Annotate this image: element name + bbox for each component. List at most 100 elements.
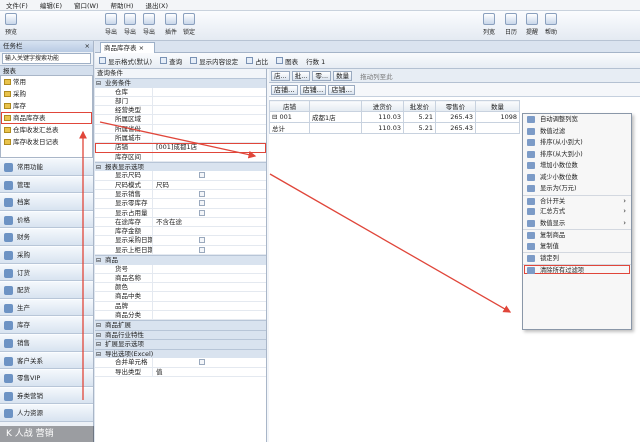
group-chip-3[interactable]: 店铺... (328, 84, 356, 95)
cell[interactable]: 总计 (269, 122, 310, 134)
menu-file[interactable]: 文件(F) (0, 0, 34, 10)
col-store[interactable]: 店铺 (269, 100, 310, 112)
context-menu-item[interactable]: 增加小数位数 (523, 160, 631, 172)
condition-section[interactable]: 业务条件 (95, 78, 266, 88)
context-menu-item[interactable]: 减少小数位数 (523, 172, 631, 184)
plugin-button[interactable]: 插件 (163, 13, 179, 36)
export-button-1[interactable]: 导出 (103, 13, 119, 36)
condition-value[interactable] (153, 311, 266, 319)
context-menu-item[interactable]: 锁定列 (523, 252, 631, 264)
condition-row[interactable]: 显示零库存 (95, 199, 266, 209)
context-menu-item[interactable]: 排序(从大到小) (523, 149, 631, 161)
group-button-store[interactable]: 店... (271, 70, 290, 81)
module-button[interactable]: 券类营销 (0, 386, 93, 405)
condition-row[interactable]: 所属区域 (95, 115, 266, 125)
group-button-retail[interactable]: 零... (312, 70, 332, 81)
condition-value[interactable] (153, 106, 266, 114)
tree-item-common[interactable]: 常用 (1, 76, 92, 88)
checkbox[interactable] (199, 200, 205, 207)
condition-row[interactable]: 库存区间 (95, 152, 266, 162)
condition-section[interactable]: 扩展显示选项 (95, 339, 266, 349)
module-button[interactable]: 档案 (0, 193, 93, 211)
module-button[interactable]: 财务 (0, 228, 93, 246)
display-settings-button[interactable]: 显示内容设定 (190, 56, 238, 66)
display-format-dropdown[interactable]: 显示格式(默认) (99, 56, 152, 66)
checkbox[interactable] (199, 209, 205, 216)
condition-value[interactable] (153, 274, 266, 282)
context-menu-item[interactable]: 汇总方式 (523, 206, 631, 218)
condition-row[interactable]: 仓库 (95, 87, 266, 97)
checkbox[interactable] (199, 359, 205, 366)
condition-row[interactable]: 颜色 (95, 283, 266, 293)
condition-row[interactable]: 显示尺码 (95, 171, 266, 181)
module-button[interactable]: 价格 (0, 210, 93, 229)
condition-value[interactable]: 尺码 (153, 181, 266, 189)
col-retail[interactable]: 零售价 (435, 100, 476, 112)
group-chip-1[interactable]: 店铺... (271, 84, 298, 95)
ratio-button[interactable]: 占比 (246, 56, 268, 66)
checkbox[interactable] (199, 172, 205, 179)
condition-row[interactable]: 所属城市 (95, 133, 266, 144)
condition-row[interactable]: 品牌 (95, 301, 266, 312)
module-button[interactable]: 生产 (0, 298, 93, 317)
condition-value[interactable] (153, 153, 266, 161)
help-button[interactable]: 帮助 (543, 13, 559, 36)
condition-row[interactable]: 商品名称 (95, 273, 266, 284)
condition-value[interactable]: 不含在途 (153, 218, 266, 226)
col-cost[interactable]: 进货价 (361, 100, 404, 112)
cell[interactable] (309, 122, 362, 134)
condition-value[interactable] (153, 302, 266, 310)
group-chip-2[interactable]: 店铺... (299, 84, 327, 95)
cell[interactable]: 5.21 (403, 122, 436, 134)
chart-button[interactable]: 图表 (276, 56, 298, 66)
module-button[interactable]: 管理 (0, 175, 93, 194)
condition-row[interactable]: 库存金额 (95, 227, 266, 237)
module-button[interactable]: 库存 (0, 316, 93, 334)
condition-section[interactable]: 报表显示选项 (95, 161, 266, 172)
cell[interactable]: ⊟ 001 (269, 111, 310, 123)
col-wholesale[interactable]: 批发价 (403, 100, 436, 112)
context-menu-item[interactable]: 自动调整列宽 (523, 114, 631, 126)
condition-row[interactable]: 商品中类 (95, 292, 266, 302)
menu-window[interactable]: 窗口(W) (68, 0, 105, 10)
condition-value[interactable] (153, 97, 266, 105)
group-button-wholesale[interactable]: 批... (291, 70, 311, 81)
condition-row[interactable]: 所属省份 (95, 124, 266, 134)
context-menu-item[interactable]: 清除所有过滤项 (523, 263, 631, 276)
condition-value[interactable] (153, 292, 266, 300)
tree-item-daily-log[interactable]: 库存收发日记表 (1, 136, 92, 148)
context-menu-item[interactable]: 复制值 (523, 241, 631, 253)
context-menu-item[interactable]: 数值显示 (523, 218, 631, 230)
cell[interactable]: 265.43 (435, 111, 476, 123)
condition-value[interactable] (153, 88, 266, 96)
condition-value[interactable] (153, 125, 266, 133)
cell[interactable]: 265.43 (435, 122, 476, 134)
checkbox[interactable] (199, 246, 205, 253)
condition-row[interactable]: 显示上柜日期 (95, 245, 266, 256)
tree-item-stock-report[interactable]: 商品库存表 (1, 112, 92, 124)
col-store-name[interactable] (309, 100, 362, 112)
condition-section[interactable]: 商品扩展 (95, 320, 266, 330)
tree-item-inventory[interactable]: 库存 (1, 100, 92, 112)
condition-section[interactable]: 商品 (95, 255, 266, 265)
condition-value[interactable]: [001]成都1店 (153, 143, 266, 151)
query-button[interactable]: 查询 (160, 56, 182, 66)
table-total-row[interactable]: 总计 110.03 5.21 265.43 (269, 122, 520, 134)
condition-value[interactable] (153, 227, 266, 235)
condition-row[interactable]: 合并单元格 (95, 358, 266, 368)
checkbox[interactable] (199, 237, 205, 244)
cell[interactable]: 1098 (475, 111, 520, 123)
context-menu-item[interactable]: 数值过滤 (523, 126, 631, 138)
col-quantity[interactable]: 数量 (475, 100, 520, 112)
module-button[interactable]: 客户关系 (0, 351, 93, 370)
cell[interactable]: 成都1店 (309, 111, 362, 123)
condition-row[interactable]: 在途库存 不含在途 (95, 217, 266, 228)
export-button-3[interactable]: 导出 (141, 13, 157, 36)
menu-exit[interactable]: 退出(X) (139, 0, 174, 10)
condition-row[interactable]: 经营类型 (95, 106, 266, 116)
condition-value[interactable] (153, 134, 266, 142)
condition-value[interactable]: 值 (153, 368, 266, 376)
table-row[interactable]: ⊟ 001 成都1店 110.03 5.21 265.43 1098 (269, 111, 520, 123)
module-button[interactable]: 销售 (0, 333, 93, 352)
menu-help[interactable]: 帮助(H) (105, 0, 140, 10)
